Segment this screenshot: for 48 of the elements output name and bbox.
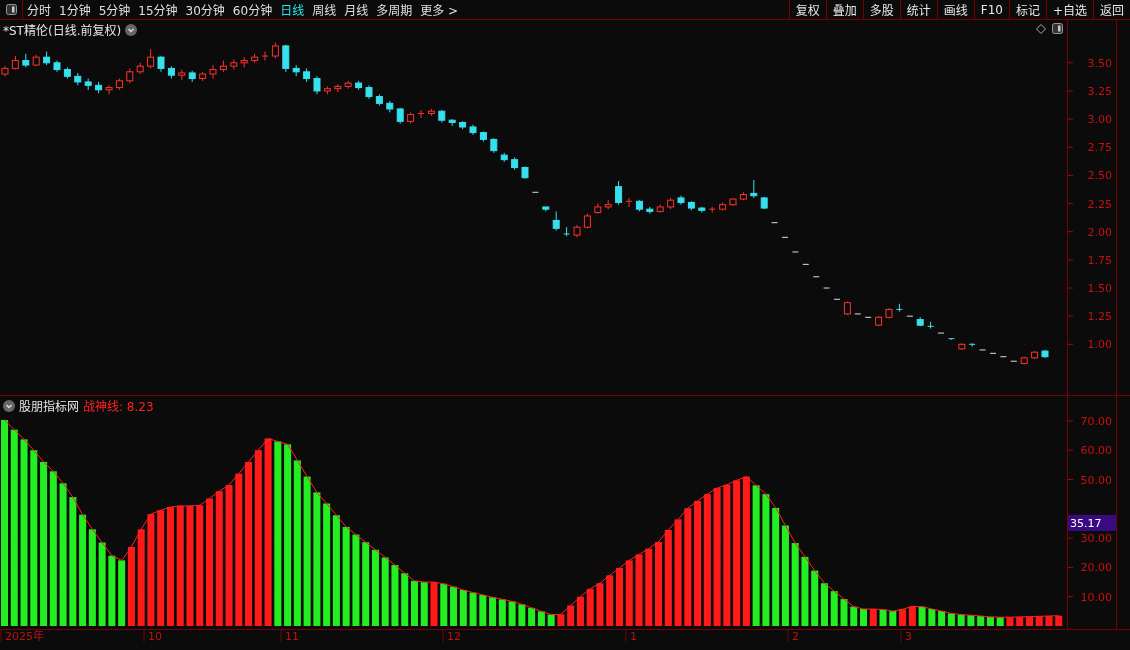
date-label: 12 — [447, 630, 461, 642]
price-axis-label: 1.25 — [1087, 310, 1112, 324]
price-axis-label: 2.50 — [1087, 169, 1112, 183]
toolbar-button[interactable]: 多股 — [862, 0, 900, 19]
price-axis-label: 3.25 — [1087, 84, 1112, 98]
date-label: 1 — [630, 630, 637, 642]
price-axis-label: 1.00 — [1087, 338, 1112, 352]
date-label: 2 — [792, 630, 799, 642]
indicator-axis-label: 20.00 — [1080, 561, 1112, 575]
toolbar-button[interactable]: 标记 — [1008, 0, 1046, 19]
indicator-axis-label: 10.00 — [1080, 590, 1112, 604]
toolbar-button[interactable]: 统计 — [899, 0, 937, 19]
toolbar-button[interactable]: 画线 — [936, 0, 974, 19]
price-axis-label: 2.00 — [1087, 225, 1112, 239]
stock-title: *ST精伦(日线.前复权) — [3, 23, 122, 38]
period-tab[interactable]: 15分钟 — [134, 0, 182, 19]
toolbar-button[interactable]: 复权 — [788, 0, 826, 19]
period-tab[interactable]: 1分钟 — [55, 0, 95, 19]
period-tab[interactable]: 分时 — [23, 0, 55, 19]
price-axis-label: 2.75 — [1087, 141, 1112, 155]
period-tab[interactable]: 更多 > — [416, 0, 463, 19]
period-tab[interactable]: 60分钟 — [228, 0, 277, 19]
period-tab[interactable]: 5分钟 — [94, 0, 135, 19]
indicator-axis-label: 60.00 — [1080, 444, 1112, 458]
indicator-name: 股朋指标网 — [19, 399, 79, 414]
price-axis-label: 3.50 — [1087, 56, 1112, 70]
indicator-value: 战神线: 8.23 — [83, 399, 154, 414]
period-tab[interactable]: 日线 — [276, 0, 309, 19]
price-axis-label: 1.50 — [1087, 282, 1112, 295]
indicator-axis-label: 30.00 — [1080, 532, 1112, 546]
price-axis-label: 1.75 — [1087, 253, 1112, 267]
price-axis-label: 3.00 — [1087, 113, 1112, 127]
toolbar-button[interactable]: 叠加 — [825, 0, 863, 19]
period-tab[interactable]: 30分钟 — [181, 0, 229, 19]
indicator-axis-label: 50.00 — [1080, 473, 1112, 487]
period-tab[interactable]: 多周期 — [372, 0, 417, 19]
date-label: 3 — [905, 630, 912, 642]
toolbar-button[interactable]: F10 — [973, 0, 1009, 19]
date-label: 11 — [285, 630, 299, 642]
period-tab[interactable]: 月线 — [340, 0, 373, 19]
price-axis-label: 2.25 — [1087, 197, 1112, 211]
date-label: 10 — [148, 630, 162, 642]
toolbar-button[interactable]: +自选 — [1045, 0, 1093, 19]
indicator-axis-label: 70.00 — [1080, 414, 1112, 428]
date-label: 2025年 — [5, 630, 44, 642]
period-tab[interactable]: 周线 — [308, 0, 341, 19]
toolbar-button[interactable]: 返回 — [1093, 0, 1130, 19]
current-value-tag: 35.17 — [1068, 514, 1116, 531]
